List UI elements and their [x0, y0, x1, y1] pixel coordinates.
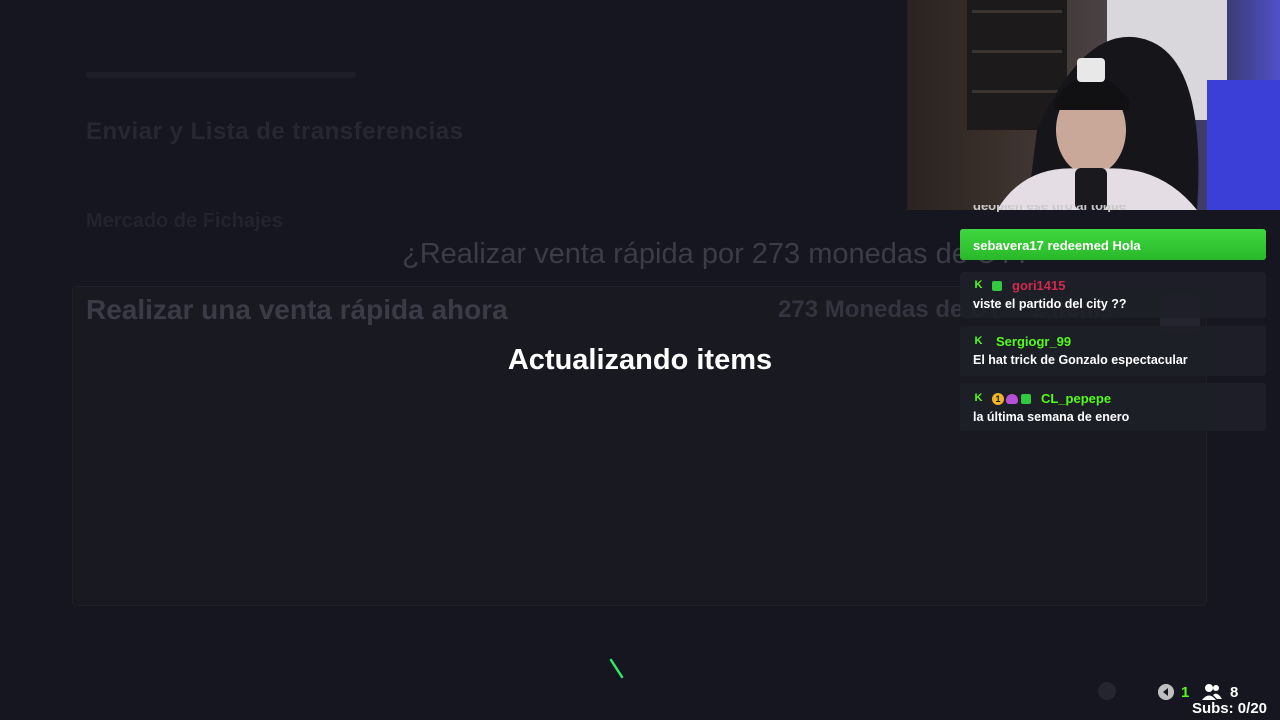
kick-icon: K — [974, 392, 983, 404]
loading-spinner-icon — [609, 658, 624, 679]
chat-message: K 1 CL_pepepe la última semana de enero — [960, 383, 1266, 431]
kick-icon: K — [974, 335, 983, 347]
rewind-icon — [1158, 684, 1174, 700]
chat-message: K gori1415 viste el partido del city ?? — [960, 272, 1266, 318]
chat-redeem-message: sebavera17 redeemed Hola — [960, 229, 1266, 260]
quick-sell-question: ¿Realizar venta rápida por 273 monedas d… — [402, 238, 1031, 270]
chat-username[interactable]: Sergiogr_99 — [996, 334, 1071, 349]
chat-text: viste el partido del city ?? — [973, 297, 1127, 311]
streak-count: 1 — [1181, 684, 1190, 701]
heart-icon — [1006, 393, 1018, 404]
gift-icon — [992, 280, 1002, 291]
coin-icon: 1 — [992, 392, 1004, 405]
page-subtitle: Mercado de Fichajes — [86, 210, 283, 232]
gift-icon — [1021, 393, 1031, 404]
chat-text: la última semana de enero — [973, 410, 1130, 424]
subs-goal: Subs: 0/20 — [1191, 700, 1267, 717]
webcam-feed — [907, 0, 1280, 210]
spotify-icon — [1098, 682, 1116, 700]
breadcrumb: Enviar y Lista de transferencias — [86, 118, 464, 145]
chat-text: El hat trick de Gonzalo espectacular — [973, 353, 1188, 367]
quick-sell-title: Realizar una venta rápida ahora — [86, 294, 508, 325]
chat-username[interactable]: gori1415 — [1012, 278, 1065, 293]
chat-username[interactable]: CL_pepepe — [1041, 391, 1111, 406]
viewer-count: 8 — [1230, 684, 1239, 701]
chat-message: K Sergiogr_99 El hat trick de Gonzalo es… — [960, 326, 1266, 376]
music-icon — [1124, 682, 1142, 700]
viewers-icon — [1202, 684, 1222, 700]
kick-icon: K — [974, 279, 983, 291]
top-bar-placeholder — [86, 72, 356, 78]
